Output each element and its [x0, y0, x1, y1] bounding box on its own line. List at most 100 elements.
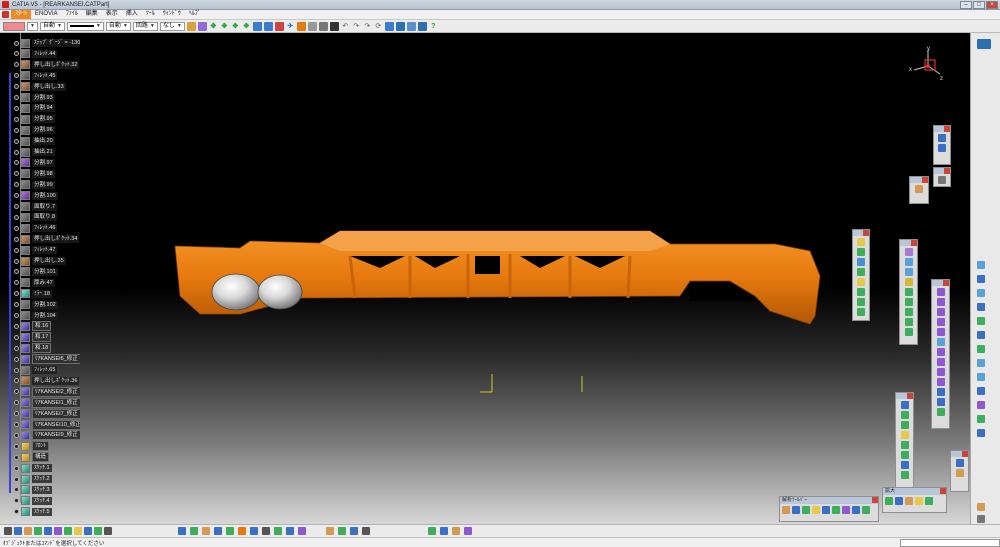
floating-toolbar-trace[interactable]: 拡大 — [882, 487, 947, 513]
update-icon[interactable]: ⟳ — [374, 22, 383, 31]
tree-item[interactable]: ｽｹｯﾁ.1 — [14, 463, 52, 473]
redo-icon[interactable]: ↷ — [352, 22, 361, 31]
extrude-icon[interactable] — [904, 248, 913, 256]
close-icon[interactable] — [962, 451, 968, 457]
tree-node-icon[interactable] — [14, 443, 19, 449]
revolve-icon[interactable] — [904, 258, 913, 266]
bottom-command-icon[interactable] — [298, 527, 306, 535]
trace-icon-3[interactable] — [905, 497, 913, 505]
porcupine-icon[interactable] — [900, 441, 909, 449]
offset-tool-icon[interactable] — [977, 415, 985, 423]
hide-show-icon[interactable] — [274, 21, 284, 31]
floating-toolbar-knowledge[interactable] — [950, 450, 969, 492]
bottom-command-icon[interactable] — [34, 527, 42, 535]
bottom-command-icon[interactable] — [286, 527, 294, 535]
bottom-command-icon[interactable] — [274, 527, 282, 535]
tree-node-icon[interactable] — [14, 62, 19, 68]
arc-tool-icon[interactable] — [977, 303, 985, 311]
bottom-command-icon[interactable] — [226, 527, 234, 535]
capture-icon[interactable] — [384, 21, 394, 31]
hole-icon[interactable] — [936, 328, 945, 336]
fly-mode-icon[interactable]: ✈ — [286, 22, 295, 31]
tree-item[interactable]: ｽｹｯﾁ.4 — [14, 496, 52, 506]
tree-item[interactable]: 分割.99 — [14, 180, 55, 190]
layer-filter-icon[interactable] — [197, 21, 207, 31]
tree-item[interactable]: 分割.101 — [14, 267, 58, 277]
tree-node-icon[interactable] — [14, 400, 19, 406]
line-weight-combo[interactable]: 自動 ▼ — [39, 21, 65, 31]
bottom-command-icon[interactable] — [190, 527, 198, 535]
tree-node-icon[interactable] — [14, 454, 19, 460]
sketch-tool-icon[interactable] — [977, 261, 985, 269]
tree-item[interactable]: ﾌｨﾚｯﾄ.44 — [14, 49, 58, 59]
line-icon[interactable] — [857, 248, 865, 256]
trace-icon-4[interactable] — [915, 497, 923, 505]
edges-icon[interactable] — [318, 21, 328, 31]
tree-node-icon[interactable] — [14, 127, 19, 133]
bottom-command-icon[interactable] — [202, 527, 210, 535]
mirror-tool-icon[interactable] — [977, 359, 985, 367]
redo-history-icon[interactable]: ↷ — [363, 22, 372, 31]
fill-icon[interactable] — [904, 298, 913, 306]
pad-icon[interactable] — [936, 288, 945, 296]
undo-icon[interactable]: ↶ — [341, 22, 350, 31]
bottom-command-icon[interactable] — [84, 527, 92, 535]
tree-node-icon[interactable] — [14, 465, 19, 471]
tree-item[interactable]: 分割.100 — [14, 191, 58, 201]
compass-widget[interactable]: y x z — [906, 46, 946, 86]
join-icon[interactable] — [904, 328, 913, 336]
tree-item[interactable]: 和.17 — [14, 332, 52, 343]
analysis-icon-6[interactable] — [832, 506, 840, 514]
helix-icon[interactable] — [857, 308, 865, 316]
tree-node-icon[interactable] — [14, 171, 19, 177]
tree-node-icon[interactable] — [14, 51, 19, 57]
analysis-icon-1[interactable] — [782, 506, 790, 514]
tree-item[interactable]: ﾘｱKANSEI7_修正 — [14, 408, 80, 419]
tree-item[interactable]: 分割.104 — [14, 311, 58, 321]
tree-node-icon[interactable] — [14, 105, 19, 111]
rotate-tool-icon[interactable] — [977, 387, 985, 395]
pocket-icon[interactable] — [936, 298, 945, 306]
measure-icon[interactable] — [395, 21, 405, 31]
bottom-command-icon[interactable] — [44, 527, 52, 535]
tree-node-icon[interactable] — [14, 487, 19, 493]
tree-item[interactable]: 厚み.47 — [14, 278, 55, 288]
trace-icon-5[interactable] — [925, 497, 933, 505]
connect-checker-icon[interactable] — [900, 421, 909, 429]
tree-item[interactable]: ｽｹｯﾁ.2 — [14, 474, 52, 484]
tree-node-icon[interactable] — [14, 225, 19, 231]
floating-toolbar-analysis-h[interactable]: 解析ﾂｰﾙﾊﾞｰ — [779, 496, 879, 522]
bottom-command-icon[interactable] — [238, 527, 246, 535]
tree-item[interactable]: 分割.93 — [14, 93, 55, 103]
tree-item[interactable]: 面取り.8 — [14, 212, 58, 222]
tree-node-icon[interactable] — [14, 138, 19, 144]
tree-item[interactable]: 分割.96 — [14, 125, 55, 135]
maximize-button[interactable]: □ — [973, 1, 985, 9]
thick-surface-icon[interactable] — [936, 398, 945, 406]
tree-item[interactable]: 分割.94 — [14, 103, 55, 113]
trace-icon-2[interactable] — [895, 497, 903, 505]
analysis-icon-7[interactable] — [842, 506, 850, 514]
tree-node-icon[interactable] — [14, 476, 19, 482]
formula-icon[interactable] — [955, 459, 964, 467]
spline-icon[interactable] — [857, 298, 865, 306]
bottom-command-icon[interactable] — [54, 527, 62, 535]
floating-toolbar-surfaces[interactable] — [899, 239, 918, 345]
layer-combo[interactable]: 回路 ▼ — [132, 21, 158, 31]
bottom-command-icon[interactable] — [440, 527, 448, 535]
tree-item[interactable]: ﾘｱKANSEI6_修正 — [14, 354, 80, 365]
tree-item[interactable]: 押し出しﾎﾟｹｯﾄ.34 — [14, 234, 80, 244]
bottom-command-icon[interactable] — [326, 527, 334, 535]
close-icon[interactable] — [872, 497, 878, 503]
bottom-command-icon[interactable] — [250, 527, 258, 535]
analysis-icon-4[interactable] — [812, 506, 820, 514]
tree-item[interactable]: 分割.102 — [14, 300, 58, 310]
tree-node-icon[interactable] — [14, 95, 19, 100]
bottom-command-icon[interactable] — [338, 527, 346, 535]
shading-icon[interactable] — [296, 21, 306, 31]
tree-node-icon[interactable] — [14, 214, 19, 220]
bottom-command-icon[interactable] — [350, 527, 358, 535]
tree-node-icon[interactable] — [14, 84, 19, 90]
close-icon[interactable] — [944, 126, 950, 132]
constraint-tool-icon[interactable] — [977, 331, 985, 339]
